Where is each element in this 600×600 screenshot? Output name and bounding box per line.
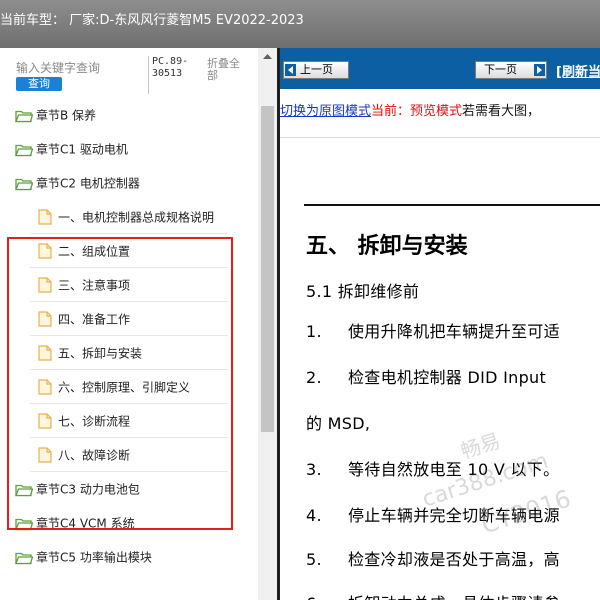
title-bar: 当前车型： 厂家:D-东风风行菱智M5 EV2022-2023: [0, 0, 600, 48]
section-item[interactable]: 五、拆卸与安装: [0, 336, 258, 370]
document-subheading: 5.1 拆卸维修前: [306, 282, 420, 301]
document-rule: [304, 204, 600, 206]
collapse-all-link[interactable]: 折叠全部: [207, 58, 247, 82]
document-icon: [38, 209, 52, 225]
doc-code: PC.89-30513: [148, 56, 194, 94]
document-icon: [38, 277, 52, 293]
section-label: 八、故障诊断: [58, 448, 131, 463]
next-page-label: 下一页: [484, 63, 517, 76]
line-number: 3.: [306, 460, 322, 479]
toc-panel: 查询 PC.89-30513 折叠全部 章节B 保养章节C1 驱动电机章节C2 …: [0, 48, 277, 600]
section-item[interactable]: 四、准备工作: [0, 302, 258, 336]
document-line: 1. 使用升降机把车辆提升至可适: [306, 318, 560, 342]
next-page-button[interactable]: 下一页: [475, 61, 547, 79]
refresh-link[interactable]: [刷新当: [556, 61, 600, 80]
chapter-item[interactable]: 章节C4 VCM 系统: [0, 506, 258, 540]
chapter-item[interactable]: 章节C5 功率输出模块: [0, 540, 258, 574]
search-button[interactable]: 查询: [16, 77, 62, 91]
switch-mode-link[interactable]: 切换为原图模式: [280, 104, 371, 119]
search-area: 查询 PC.89-30513 折叠全部: [0, 48, 258, 96]
folder-open-icon: [15, 516, 34, 531]
line-number: 6.: [306, 594, 348, 600]
section-item[interactable]: 七、诊断流程: [0, 404, 258, 438]
document-line: 5. 检查冷却液是否处于高温，高: [306, 546, 560, 570]
document-icon: [38, 243, 52, 259]
current-mode-text: 当前：预览模式: [371, 104, 463, 119]
document-line: 6.拆卸动力总成，具体步骤请参: [306, 590, 560, 600]
chapter-label: 章节C1 驱动电机: [36, 142, 128, 157]
chapter-item[interactable]: 章节C3 动力电池包: [0, 472, 258, 506]
section-label: 七、诊断流程: [58, 414, 131, 429]
section-label: 一、电机控制器总成规格说明: [58, 210, 215, 225]
folder-open-icon: [15, 176, 34, 191]
line-number: 2.: [306, 368, 322, 387]
document-icon: [38, 345, 52, 361]
line-number: 4.: [306, 506, 322, 525]
line-text: 等待自然放电至 10 V 以下。: [348, 460, 560, 479]
document-line: 2. 检查电机控制器 DID Input: [306, 364, 546, 388]
chapter-label: 章节C2 电机控制器: [36, 176, 140, 191]
chapter-label: 章节B 保养: [36, 108, 97, 123]
toc-scrollbar[interactable]: [258, 48, 277, 600]
section-label: 三、注意事项: [58, 278, 131, 293]
section-label: 二、组成位置: [58, 244, 131, 259]
document-line: 的 MSD,: [306, 410, 370, 434]
mode-hint-text: 若需看大图，: [462, 104, 541, 119]
section-item[interactable]: 二、组成位置: [0, 234, 258, 268]
chapter-item[interactable]: 章节C1 驱动电机: [0, 132, 258, 166]
chapter-label: 章节C5 功率输出模块: [36, 550, 152, 565]
document-line: 4. 停止车辆并完全切断车辆电源: [306, 502, 560, 526]
section-label: 四、准备工作: [58, 312, 131, 327]
line-text: 检查冷却液是否处于高温，高: [348, 550, 560, 569]
section-label: 六、控制原理、引脚定义: [58, 380, 191, 395]
folder-open-icon: [15, 142, 34, 157]
folder-open-icon: [15, 550, 34, 565]
section-item[interactable]: 八、故障诊断: [0, 438, 258, 472]
folder-open-icon: [15, 108, 34, 123]
line-text: 检查电机控制器 DID Input: [348, 368, 547, 387]
document-icon: [38, 413, 52, 429]
chapter-item[interactable]: 章节B 保养: [0, 98, 258, 132]
prev-page-label: 上一页: [300, 63, 333, 76]
section-item[interactable]: 一、电机控制器总成规格说明: [0, 200, 258, 234]
chapter-label: 章节C4 VCM 系统: [36, 516, 135, 531]
section-item[interactable]: 六、控制原理、引脚定义: [0, 370, 258, 404]
mode-line: 切换为原图模式当前：预览模式若需看大图，: [280, 100, 540, 119]
chapter-item[interactable]: 章节C2 电机控制器: [0, 166, 258, 200]
line-number: 1.: [306, 322, 322, 341]
line-text: 使用升降机把车辆提升至可适: [348, 322, 560, 341]
line-number: 5.: [306, 550, 322, 569]
folder-open-icon: [15, 482, 34, 497]
chapter-label: 章节C3 动力电池包: [36, 482, 140, 497]
line-text: 的 MSD,: [306, 414, 371, 433]
viewer-toolbar: 上一页 下一页 [刷新当: [280, 48, 600, 89]
document-viewer: 上一页 下一页 [刷新当 切换为原图模式当前：预览模式若需看大图， 五、 拆卸与…: [277, 48, 600, 600]
divider: [280, 137, 600, 138]
line-text: 停止车辆并完全切断车辆电源: [348, 506, 560, 525]
document-icon: [38, 311, 52, 327]
prev-page-button[interactable]: 上一页: [283, 61, 349, 79]
scroll-up-arrow-icon[interactable]: [258, 48, 277, 66]
document-icon: [38, 447, 52, 463]
arrow-right-icon: [534, 64, 545, 76]
section-label: 五、拆卸与安装: [58, 346, 143, 361]
document-icon: [38, 379, 52, 395]
scroll-thumb[interactable]: [261, 106, 274, 432]
section-item[interactable]: 三、注意事项: [0, 268, 258, 302]
search-input[interactable]: [14, 58, 142, 78]
vehicle-title: 当前车型： 厂家:D-东风风行菱智M5 EV2022-2023: [0, 13, 304, 28]
line-text: 拆卸动力总成，具体步骤请参: [348, 594, 560, 600]
arrow-left-icon: [285, 64, 296, 76]
document-heading: 五、 拆卸与安装: [306, 234, 468, 259]
document-line: 3. 等待自然放电至 10 V 以下。: [306, 456, 559, 480]
